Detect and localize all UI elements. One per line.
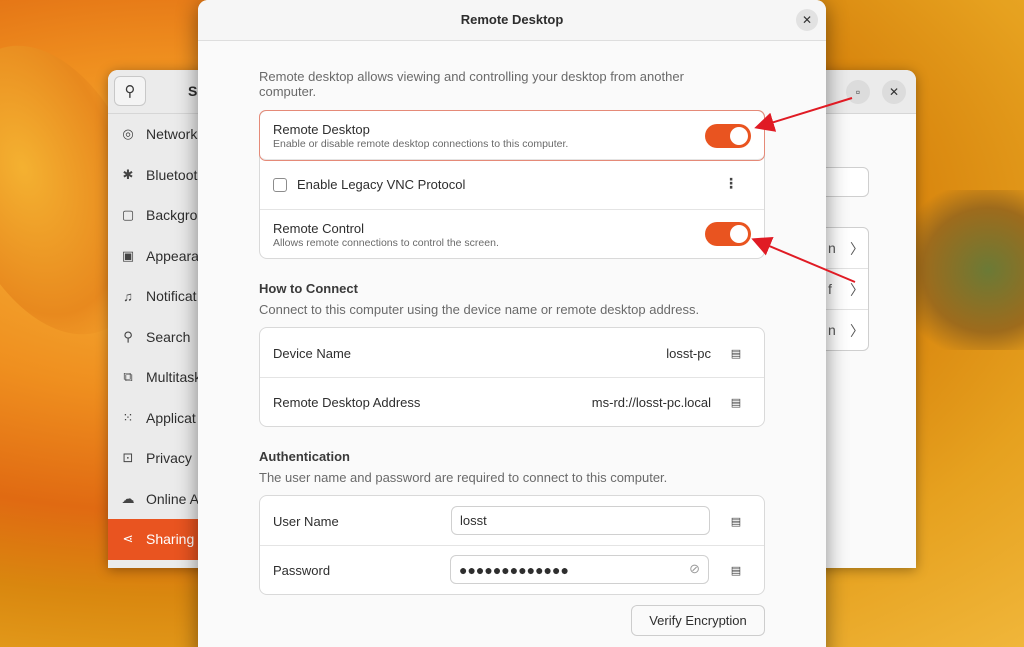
eye-hidden-icon[interactable]: ⊘ (689, 561, 700, 577)
password-row: Password ●●●●●●●●●●●●● ⊘ ▤ (260, 546, 764, 595)
remote-desktop-title: Remote Desktop (273, 122, 370, 137)
remote-desktop-toggle[interactable] (705, 124, 751, 148)
sidebar-item-label: Backgrou (146, 207, 206, 224)
sidebar-item-label: Sharing (146, 531, 195, 548)
copy-icon[interactable]: ▤ (730, 396, 742, 409)
sidebar-item-label: Search (146, 328, 191, 345)
how-to-connect-title: How to Connect (259, 281, 358, 296)
remote-desktop-group: Remote Desktop Enable or disable remote … (259, 110, 765, 259)
legacy-vnc-checkbox[interactable] (273, 178, 287, 192)
close-icon: ✕ (801, 13, 813, 27)
share-icon: ⋖ (122, 531, 134, 547)
sidebar-item-label: Network (146, 126, 198, 143)
chevron-right-icon: 〉 (850, 282, 864, 298)
multitasking-icon: ⧉ (123, 369, 133, 385)
wallpaper-shadow (904, 190, 1024, 350)
lock-icon: ⊡ (122, 450, 134, 466)
apps-grid-icon: ⁙ (122, 409, 134, 425)
dialog-header: Remote Desktop ✕ (198, 0, 826, 41)
how-to-connect-group: Device Name losst-pc ▤ Remote Desktop Ad… (259, 327, 765, 427)
search-icon: ⚲ (123, 328, 133, 344)
search-icon: ⚲ (124, 83, 136, 100)
remote-desktop-dialog: Remote Desktop ✕ Remote desktop allows v… (198, 0, 826, 647)
device-name-value: losst-pc (666, 346, 711, 361)
chevron-right-icon: 〉 (850, 241, 864, 257)
toggle-knob (730, 225, 748, 243)
device-name-label: Device Name (273, 346, 352, 361)
password-label: Password (273, 563, 331, 578)
toggle-knob (730, 127, 748, 145)
copy-icon[interactable]: ▤ (730, 564, 742, 577)
bell-icon: ♫ (123, 288, 133, 304)
list-item[interactable]: f 〉 (826, 269, 868, 310)
sidebar-item-label: Multitask (146, 369, 202, 386)
cloud-icon: ☁ (121, 490, 135, 506)
remote-desktop-subtitle: Enable or disable remote desktop connect… (273, 138, 569, 150)
copy-icon[interactable]: ▤ (730, 515, 742, 528)
bluetooth-icon: ✱ (122, 166, 134, 182)
legacy-vnc-row: Enable Legacy VNC Protocol ⋮ (260, 160, 764, 210)
verify-encryption-button[interactable]: Verify Encryption (631, 605, 765, 636)
how-to-connect-description: Connect to this computer using the devic… (259, 302, 700, 317)
list-item[interactable]: n 〉 (826, 310, 868, 351)
close-icon: ✕ (888, 85, 900, 99)
dialog-title: Remote Desktop (460, 12, 564, 27)
username-row: User Name losst ▤ (260, 496, 764, 546)
remote-control-toggle[interactable] (705, 222, 751, 246)
password-input[interactable]: ●●●●●●●●●●●●● ⊘ (450, 555, 709, 584)
maximize-button[interactable]: ▫ (846, 80, 870, 104)
copy-icon[interactable]: ▤ (730, 347, 742, 360)
remote-control-title: Remote Control (273, 221, 365, 236)
appearance-icon: ▣ (121, 247, 135, 263)
remote-desktop-row: Remote Desktop Enable or disable remote … (259, 110, 765, 161)
chevron-right-icon: 〉 (850, 323, 864, 339)
settings-search-field[interactable] (826, 167, 869, 197)
legacy-vnc-label: Enable Legacy VNC Protocol (297, 177, 466, 192)
sidebar-item-label: Privacy (146, 450, 192, 467)
intro-text: Remote desktop allows viewing and contro… (259, 69, 684, 99)
address-label: Remote Desktop Address (273, 395, 421, 410)
search-button[interactable]: ⚲ (114, 76, 146, 106)
more-options-icon[interactable]: ⋮ (724, 175, 738, 192)
username-input[interactable]: losst (451, 506, 710, 535)
sidebar-item-label: Applicat (146, 409, 196, 426)
settings-content-list: n 〉 f 〉 n 〉 (826, 227, 869, 351)
device-name-row: Device Name losst-pc ▤ (260, 328, 764, 378)
address-row: Remote Desktop Address ms-rd://losst-pc.… (260, 378, 764, 427)
sidebar-item-label: Bluetoot (146, 166, 198, 183)
sidebar-item-label: Online A (146, 490, 199, 507)
network-icon: ◎ (122, 126, 134, 142)
authentication-group: User Name losst ▤ Password ●●●●●●●●●●●●●… (259, 495, 765, 595)
authentication-title: Authentication (259, 449, 350, 464)
remote-control-subtitle: Allows remote connections to control the… (273, 237, 499, 249)
list-item[interactable]: n 〉 (826, 228, 868, 269)
maximize-icon: ▫ (855, 85, 861, 99)
authentication-description: The user name and password are required … (259, 470, 668, 485)
sidebar-item-label: Notificat (146, 288, 197, 305)
dialog-close-button[interactable]: ✕ (796, 9, 818, 31)
sidebar-item-label: Appeara (146, 247, 199, 264)
remote-control-row: Remote Control Allows remote connections… (260, 210, 764, 258)
settings-title: S (188, 83, 198, 99)
close-button[interactable]: ✕ (882, 80, 906, 104)
username-label: User Name (273, 514, 339, 529)
background-icon: ▢ (121, 207, 135, 223)
address-value: ms-rd://losst-pc.local (591, 395, 711, 410)
